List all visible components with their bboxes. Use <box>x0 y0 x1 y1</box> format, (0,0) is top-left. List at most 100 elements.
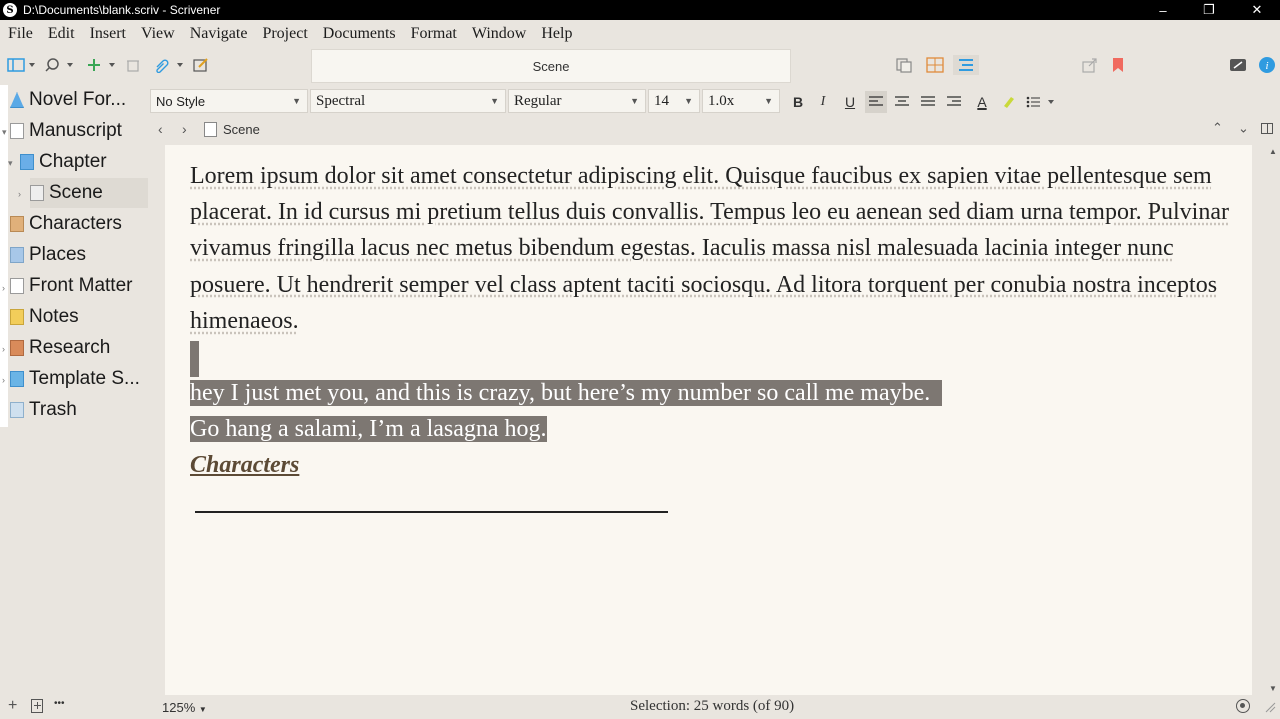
zoom-select[interactable]: 125% ▼ <box>162 700 207 715</box>
binder-item-places[interactable]: Places <box>10 240 148 270</box>
minimize-button[interactable]: – <box>1140 0 1186 20</box>
horizontal-rule <box>195 511 668 513</box>
front-matter-icon <box>10 278 24 294</box>
chevron-up-icon[interactable]: ⌃ <box>1212 120 1223 136</box>
more-options-icon[interactable]: ••• <box>54 698 65 709</box>
forward-arrow-icon[interactable]: › <box>182 121 187 137</box>
binder-item-trash[interactable]: Trash <box>10 395 148 425</box>
line-spacing-select[interactable]: 1.0x ▼ <box>702 89 780 113</box>
font-size-select[interactable]: 14 ▼ <box>648 89 700 113</box>
selected-text-line[interactable]: hey I just met you, and this is crazy, b… <box>190 380 931 407</box>
scrivenings-view-icon[interactable] <box>893 55 915 75</box>
chevron-down-icon: ▼ <box>490 96 499 106</box>
inspector-info-icon[interactable]: i <box>1257 55 1277 75</box>
split-editor-icon[interactable] <box>1261 123 1273 134</box>
target-icon[interactable] <box>1236 699 1250 713</box>
align-center-button[interactable] <box>891 91 913 113</box>
scrivener-logo-icon: S <box>3 3 17 17</box>
chevron-down-icon: ▼ <box>684 96 693 106</box>
expand-arrow-icon[interactable]: › <box>2 375 5 385</box>
share-icon[interactable] <box>1080 55 1100 75</box>
paragraph-style-select[interactable]: No Style ▼ <box>150 89 308 113</box>
binder-item-notes[interactable]: Notes <box>10 302 148 332</box>
editor-text[interactable]: Lorem ipsum dolor sit amet consectetur a… <box>190 158 1240 484</box>
align-right-button[interactable] <box>943 91 965 113</box>
edit-note-icon[interactable] <box>191 55 211 75</box>
chevron-down-icon: ▼ <box>292 96 301 106</box>
binder-item-front-matter[interactable]: Front Matter <box>10 271 148 301</box>
characters-heading-link[interactable]: Characters <box>190 452 299 478</box>
svg-text:i: i <box>1265 60 1268 72</box>
trash-icon[interactable] <box>124 55 142 75</box>
document-title-field: Scene <box>311 49 791 83</box>
menu-edit[interactable]: Edit <box>48 25 75 43</box>
binder-item-manuscript[interactable]: Manuscript <box>10 116 148 146</box>
binder-item-chapter[interactable]: Chapter <box>20 147 148 177</box>
new-folder-icon[interactable] <box>31 699 43 713</box>
menu-insert[interactable]: Insert <box>90 25 126 43</box>
binder-item-characters[interactable]: Characters <box>10 209 148 239</box>
format-icon <box>10 92 24 108</box>
menu-documents[interactable]: Documents <box>323 25 396 43</box>
font-family-select[interactable]: Spectral ▼ <box>310 89 506 113</box>
notes-folder-icon <box>10 309 24 325</box>
research-folder-icon <box>10 340 24 356</box>
expand-arrow-icon[interactable]: ▾ <box>2 127 7 138</box>
add-icon[interactable]: + <box>8 697 17 715</box>
binder-toggle-icon[interactable] <box>4 55 40 75</box>
close-button[interactable]: ✕ <box>1234 0 1280 20</box>
window-title-bar: S D:\Documents\blank.scriv - Scrivener –… <box>0 0 1280 20</box>
body-paragraph[interactable]: Lorem ipsum dolor sit amet consectetur a… <box>190 158 1240 339</box>
selection-word-count: Selection: 25 words (of 90) <box>630 698 795 714</box>
menu-view[interactable]: View <box>141 25 175 43</box>
highlight-icon[interactable] <box>997 91 1019 113</box>
menu-project[interactable]: Project <box>262 25 307 43</box>
add-document-icon[interactable] <box>84 55 120 75</box>
font-weight-select[interactable]: Regular ▼ <box>508 89 646 113</box>
editor-document-title[interactable]: Scene <box>223 122 260 137</box>
text-color-button[interactable]: A <box>971 91 993 113</box>
search-icon[interactable] <box>42 55 78 75</box>
menu-navigate[interactable]: Navigate <box>190 25 248 43</box>
outline-view-icon[interactable] <box>953 55 979 75</box>
list-bullets-icon[interactable] <box>1024 91 1060 113</box>
main-toolbar: Scene i <box>0 47 1280 85</box>
back-arrow-icon[interactable]: ‹ <box>158 121 163 137</box>
binder-item-novel-format[interactable]: Novel For... <box>10 85 148 115</box>
resize-grip-icon[interactable] <box>1262 699 1276 713</box>
binder-item-research[interactable]: Research <box>10 333 148 363</box>
restore-button[interactable]: ❐ <box>1186 0 1232 20</box>
bold-button[interactable]: B <box>787 91 809 113</box>
character-folder-icon <box>10 216 24 232</box>
expand-arrow-icon[interactable]: › <box>2 344 5 354</box>
menu-window[interactable]: Window <box>472 25 526 43</box>
binder-sidebar: ▾ ▾ › › › › Novel For... Manuscript Chap… <box>0 85 148 695</box>
corkboard-view-icon[interactable] <box>923 55 947 75</box>
expand-arrow-icon[interactable]: ▾ <box>8 158 13 169</box>
editor-scrollbar[interactable]: ▲ ▼ <box>1266 145 1280 695</box>
binder-item-template-sheets[interactable]: Template S... <box>10 364 148 394</box>
chevron-down-icon: ▼ <box>630 96 639 106</box>
menu-file[interactable]: File <box>8 25 33 43</box>
align-justify-button[interactable] <box>917 91 939 113</box>
menu-help[interactable]: Help <box>541 25 572 43</box>
selected-text-line[interactable]: Go hang a salami, I’m a lasagna hog. <box>190 416 547 443</box>
menu-format[interactable]: Format <box>411 25 457 43</box>
bookmark-icon[interactable] <box>1108 55 1128 75</box>
italic-button[interactable]: I <box>812 91 834 113</box>
status-bar: + ••• 125% ▼ Selection: 25 words (of 90) <box>0 695 1280 719</box>
window-title: D:\Documents\blank.scriv - Scrivener <box>23 3 221 17</box>
underline-button[interactable]: U <box>839 91 861 113</box>
expand-arrow-icon[interactable]: › <box>2 283 5 293</box>
expand-arrow-icon[interactable]: › <box>18 189 21 199</box>
attachment-icon[interactable] <box>152 55 188 75</box>
chevron-down-icon[interactable]: ⌃ <box>1238 119 1249 135</box>
chevron-down-icon: ▼ <box>198 705 207 714</box>
chevron-down-icon: ▼ <box>764 96 773 106</box>
align-left-button[interactable] <box>865 91 887 113</box>
places-folder-icon <box>10 247 24 263</box>
folder-icon <box>20 154 34 170</box>
menu-bar: File Edit Insert View Navigate Project D… <box>0 20 1280 47</box>
compose-mode-icon[interactable] <box>1228 55 1248 75</box>
binder-item-scene[interactable]: Scene <box>30 178 148 208</box>
